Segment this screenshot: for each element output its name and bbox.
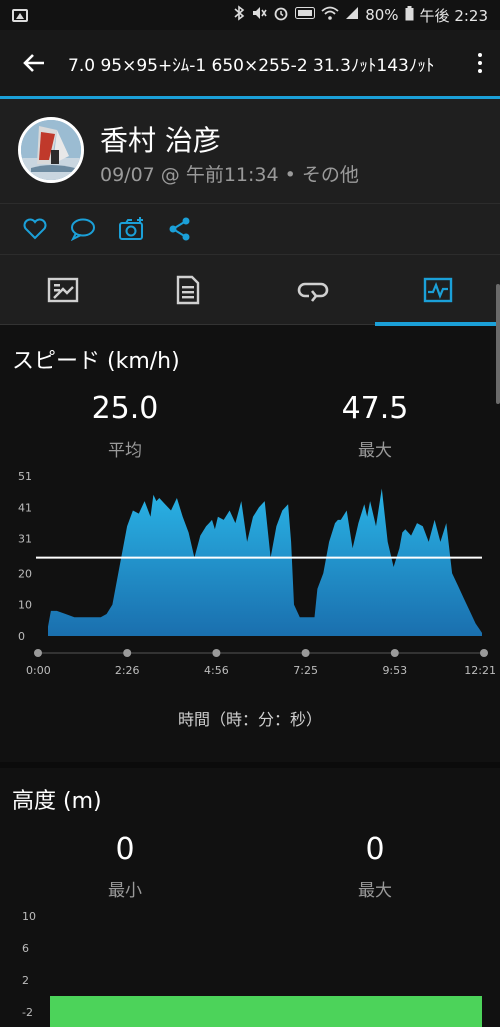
image-icon xyxy=(12,8,28,22)
tab-divider xyxy=(0,324,375,325)
mute-icon xyxy=(251,5,267,25)
tab-summary[interactable] xyxy=(0,255,125,325)
alarm-icon xyxy=(273,5,289,25)
speed-y-tick-label: 10 xyxy=(18,599,32,612)
avatar[interactable] xyxy=(18,117,84,183)
altitude-y-tick-label: 6 xyxy=(22,942,29,955)
activity-title: 7.0 95×95+ｼﾑ-1 650×255-2 31.3ﾉｯﾄ143ﾉｯﾄ xyxy=(68,55,435,76)
speed-max-label: 最大 xyxy=(358,441,392,461)
clock: 午後 2:23 xyxy=(419,6,488,25)
altitude-chart[interactable]: 10 6 2 -2 xyxy=(0,902,500,1027)
section-separator xyxy=(0,762,500,768)
add-photo-icon xyxy=(119,217,143,240)
speed-x-tick-marker xyxy=(301,649,310,657)
speed-x-tick-marker xyxy=(212,649,221,657)
speed-area-series xyxy=(48,488,482,636)
altitude-y-tick-label: -2 xyxy=(22,1006,33,1019)
speed-x-tick-marker xyxy=(390,649,399,657)
wifi-icon xyxy=(321,6,339,24)
overflow-menu-button[interactable] xyxy=(460,30,500,96)
activity-datetime: 09/07 @ 午前11:34 • その他 xyxy=(100,164,359,186)
details-icon xyxy=(176,275,199,305)
speed-max-value: 47.5 xyxy=(341,391,409,426)
status-bar: 80% 午後 2:23 xyxy=(0,0,500,30)
speed-x-tick-label: 4:56 xyxy=(204,664,229,677)
add-photo-button[interactable] xyxy=(117,214,147,244)
scrollbar[interactable] xyxy=(496,284,500,404)
altitude-y-tick-label: 2 xyxy=(22,974,29,987)
battery-icon xyxy=(405,5,414,25)
speed-average-value: 25.0 xyxy=(91,391,159,426)
tab-charts[interactable] xyxy=(375,255,500,325)
summary-icon xyxy=(47,277,78,303)
charts-icon xyxy=(423,277,452,303)
speed-x-tick-label: 0:00 xyxy=(26,664,51,677)
speed-y-tick-label: 31 xyxy=(18,533,32,546)
speed-x-tick-label: 2:26 xyxy=(115,664,140,677)
speed-y-tick-label: 20 xyxy=(18,567,32,580)
action-bar xyxy=(0,204,500,254)
speed-x-tick-marker xyxy=(123,649,132,657)
share-icon xyxy=(169,217,190,241)
speed-x-tick-label: 7:25 xyxy=(293,664,318,677)
tab-laps[interactable] xyxy=(250,255,375,325)
altitude-max-label: 最大 xyxy=(358,881,392,901)
speed-y-tick-label: 0 xyxy=(18,630,25,643)
speed-x-tick-label: 12:21 xyxy=(464,664,496,677)
heart-icon xyxy=(23,218,47,240)
user-name[interactable]: 香村 治彦 xyxy=(100,119,221,159)
altitude-area-series xyxy=(50,996,482,1027)
altitude-min-value: 0 xyxy=(115,832,135,867)
like-button[interactable] xyxy=(20,214,50,244)
speed-chart[interactable]: 51 41 31 20 10 0 0:00 2:26 4:56 7:25 9:53 12:21 xyxy=(0,462,500,682)
speed-average-label: 平均 xyxy=(108,441,142,461)
comment-button[interactable] xyxy=(68,214,98,244)
comment-icon xyxy=(70,218,95,241)
app-bar: 7.0 95×95+ｼﾑ-1 650×255-2 31.3ﾉｯﾄ143ﾉｯﾄ xyxy=(0,30,500,96)
speed-x-axis-title: 時間（時：分：秒） xyxy=(177,710,322,729)
tab-bar xyxy=(0,255,500,325)
laps-icon xyxy=(297,282,328,302)
speed-y-tick-label: 51 xyxy=(18,470,32,483)
speed-y-tick-label: 41 xyxy=(18,501,32,514)
altitude-y-tick-label: 10 xyxy=(22,910,36,923)
signal-icon xyxy=(345,6,359,24)
speed-x-tick-marker xyxy=(480,649,488,657)
bluetooth-icon xyxy=(233,5,245,25)
activity-header: 香村 治彦 09/07 @ 午前11:34 • その他 xyxy=(0,99,500,203)
battery-percent: 80% xyxy=(365,6,399,24)
back-arrow-icon xyxy=(23,54,44,72)
tab-details[interactable] xyxy=(125,255,250,325)
active-tab-indicator xyxy=(375,322,500,326)
volte-icon xyxy=(295,7,316,23)
speed-x-tick-marker xyxy=(34,649,42,657)
speed-title: スピード (km/h) xyxy=(12,349,180,374)
altitude-min-label: 最小 xyxy=(108,881,142,901)
altitude-title: 高度 (m) xyxy=(12,789,102,814)
speed-x-tick-label: 9:53 xyxy=(382,664,407,677)
back-button[interactable] xyxy=(0,30,68,96)
share-button[interactable] xyxy=(165,214,195,244)
altitude-max-value: 0 xyxy=(365,832,385,867)
